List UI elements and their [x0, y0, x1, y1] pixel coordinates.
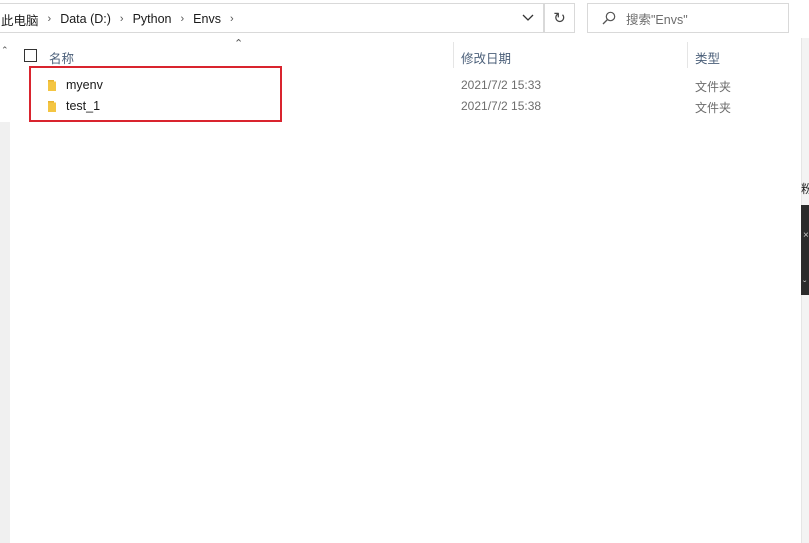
chevron-right-icon[interactable]: › — [230, 13, 234, 25]
address-history-button[interactable] — [513, 4, 543, 32]
address-bar-row: 此电脑 › Data (D:) › Python › Envs › ↻ 搜索"E… — [0, 0, 809, 38]
breadcrumb-this-pc[interactable]: 此电脑 — [1, 10, 39, 29]
column-divider[interactable] — [687, 42, 688, 68]
file-type: 文件夹 — [695, 80, 732, 94]
navigation-pane[interactable]: ⌃ — [0, 42, 10, 543]
breadcrumb: 此电脑 › Data (D:) › Python › Envs › — [1, 4, 243, 34]
column-divider[interactable] — [453, 42, 454, 68]
chevron-down-icon — [522, 14, 534, 21]
column-header-type[interactable]: 类型 — [695, 48, 720, 67]
chevron-right-icon[interactable]: › — [120, 13, 124, 25]
chevron-right-icon[interactable]: › — [48, 13, 52, 25]
select-all-checkbox[interactable] — [24, 49, 37, 62]
breadcrumb-envs[interactable]: Envs — [193, 12, 221, 26]
file-date-modified: 2021/7/2 15:33 — [461, 78, 542, 92]
chevron-up-icon[interactable]: ⌃ — [1, 45, 9, 56]
close-icon: × — [803, 230, 809, 241]
search-input[interactable]: 搜索"Envs" — [626, 9, 688, 28]
file-date-modified: 2021/7/2 15:38 — [461, 99, 542, 113]
chevron-down-icon: ˇ — [803, 280, 807, 291]
search-icon — [602, 11, 616, 25]
sort-ascending-icon: ⌃ — [234, 38, 244, 50]
file-type: 文件夹 — [695, 101, 732, 115]
refresh-icon: ↻ — [553, 10, 566, 27]
address-bar[interactable]: 此电脑 › Data (D:) › Python › Envs › — [0, 3, 544, 33]
breadcrumb-python[interactable]: Python — [133, 12, 172, 26]
search-box[interactable]: 搜索"Envs" — [587, 3, 789, 33]
nav-pane-body — [0, 122, 10, 543]
refresh-button[interactable]: ↻ — [544, 3, 575, 33]
chevron-right-icon[interactable]: › — [180, 13, 184, 25]
highlight-annotation-box — [29, 66, 282, 122]
adjacent-window-text: 粉 — [801, 182, 809, 196]
breadcrumb-data-drive[interactable]: Data (D:) — [60, 12, 111, 26]
column-header-name[interactable]: 名称 — [49, 48, 74, 67]
column-header-date-modified[interactable]: 修改日期 — [461, 48, 511, 67]
